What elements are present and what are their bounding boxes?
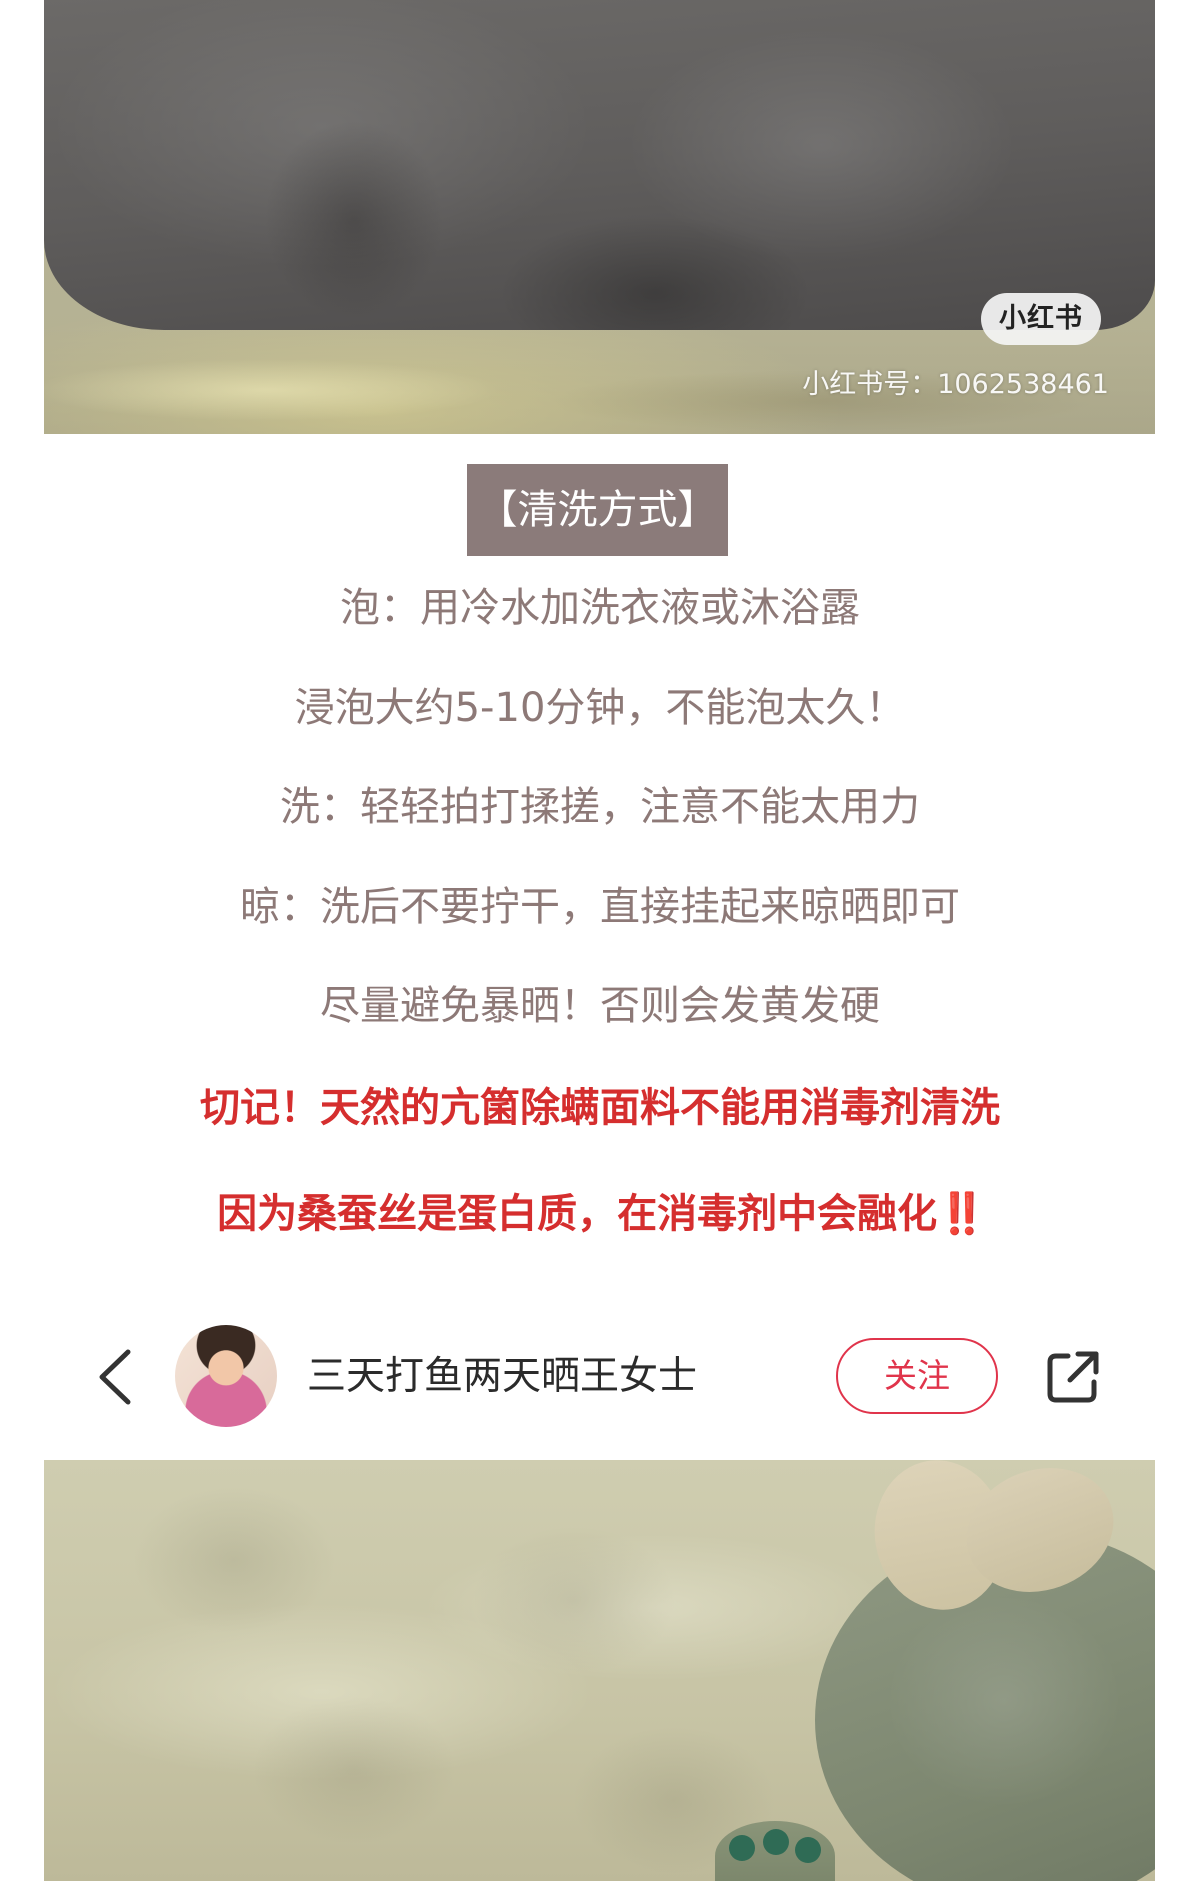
back-button[interactable] [90,1346,140,1408]
pillow-photo: 小红书 小红书号：1062538461 [44,0,1155,434]
quilt-tuft [244,1690,464,1850]
plush-photo [44,1460,1155,1881]
chevron-left-icon [99,1349,131,1405]
xiaohongshu-watermark-logo: 小红书 [981,293,1101,345]
instruction-line: 洗：轻轻拍打揉搓，注意不能太用力 [280,784,920,830]
section-title: 【清洗方式】 [467,464,728,556]
share-button[interactable] [1044,1348,1102,1406]
note-page: 小红书 小红书号：1062538461 【清洗方式】 泡：用冷水加洗衣液或沐浴露… [0,0,1200,1881]
double-exclamation-icon: ‼️ [937,1191,987,1237]
paw-pad [795,1837,821,1863]
author-name[interactable]: 三天打鱼两天晒王女士 [307,1354,697,1400]
silk-pillow [44,0,1155,330]
share-icon [1047,1351,1099,1403]
author-header: 三天打鱼两天晒王女士 关注 [0,1318,1200,1436]
quilt-tuft [464,1520,684,1680]
instruction-line: 尽量避免暴晒！否则会发黄发硬 [320,983,880,1029]
avatar[interactable] [175,1325,277,1427]
warning-line: 因为桑蚕丝是蛋白质，在消毒剂中会融化‼️ [0,1189,1200,1239]
paw-pad [729,1835,755,1861]
instruction-line: 泡：用冷水加洗衣液或沐浴露 [340,585,860,631]
xiaohongshu-id-watermark: 小红书号：1062538461 [802,369,1109,400]
paw-pad [763,1829,789,1855]
instruction-line: 晾：洗后不要拧干，直接挂起来晾晒即可 [240,884,960,930]
quilt-tuft [124,1480,344,1640]
plush-toy-paw [715,1821,835,1881]
warning-text: 因为桑蚕丝是蛋白质，在消毒剂中会融化 [217,1191,938,1237]
instruction-line: 浸泡大约5-10分钟，不能泡太久！ [294,685,906,731]
follow-button[interactable]: 关注 [836,1338,998,1414]
pillow-crease [264,120,444,320]
warning-line: 切记！天然的亢箘除螨面料不能用消毒剂清洗 [200,1085,1000,1131]
